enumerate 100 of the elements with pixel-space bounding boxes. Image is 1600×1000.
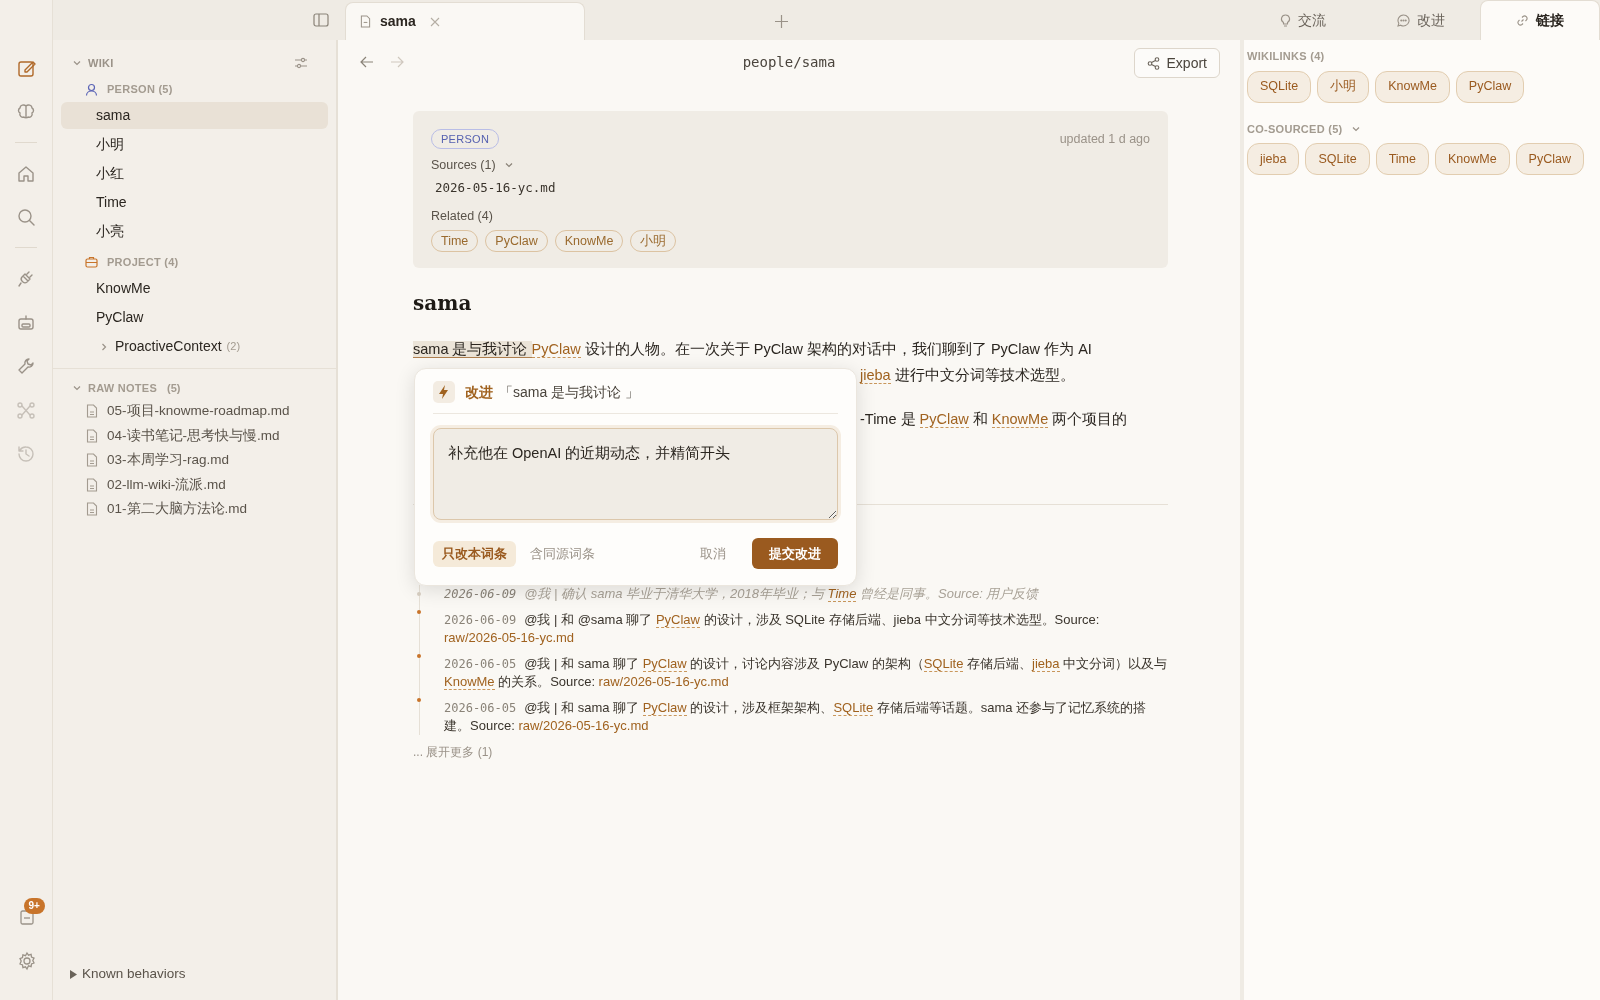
lightning-icon	[433, 381, 455, 403]
wikilink[interactable]: SQLite	[833, 700, 874, 717]
sidebar-item[interactable]: 小明	[61, 131, 328, 158]
sidebar-item[interactable]: sama	[61, 102, 328, 129]
panel-tab[interactable]: 改进	[1362, 0, 1480, 40]
panel-tab[interactable]: 链接	[1480, 0, 1600, 40]
share-icon	[1146, 56, 1160, 70]
paragraph-text: -Time 是 PyClaw 和 KnowMe 两个项目的	[860, 411, 1128, 429]
panel-tab[interactable]: 交流	[1244, 0, 1362, 40]
note-file[interactable]: 04-读书笔记-思考快与慢.md	[107, 425, 280, 446]
scope-option[interactable]: 只改本词条	[433, 540, 516, 567]
page-heading: sama	[413, 290, 473, 318]
plus-icon[interactable]	[775, 14, 788, 28]
wikilink[interactable]: PyClaw	[655, 612, 700, 629]
updated-time: updated 1 d ago	[1059, 130, 1150, 148]
tab-label: sama	[380, 12, 416, 31]
section-title[interactable]: Known behaviors	[82, 964, 186, 985]
group-title: PROJECT (4)	[107, 254, 179, 270]
wikilink[interactable]: PyClaw	[642, 656, 687, 673]
wikilink[interactable]: SQLite	[923, 656, 964, 673]
wikilink[interactable]: KnowMe	[991, 411, 1049, 429]
submit-button[interactable]: 提交改进	[752, 538, 838, 569]
paragraph-text: sama 是与我讨论 PyClaw 设计的人物。在一次关于 PyClaw 架构的对话中，我们聊到了 PyClaw 作为 AI	[413, 341, 1092, 359]
file-icon	[86, 428, 98, 443]
section-title[interactable]: WIKI	[88, 54, 114, 72]
improve-input[interactable]: 补充他在 OpenAI 的近期动态，并精简开头	[433, 428, 838, 520]
wikilink[interactable]: KnowMe	[444, 674, 495, 691]
link-chip[interactable]: jieba	[1247, 143, 1300, 175]
briefcase-icon	[85, 256, 98, 268]
export-button[interactable]: Export	[1133, 48, 1220, 78]
group-title: PERSON (5)	[107, 81, 173, 97]
sidebar-item[interactable]: Time	[61, 189, 328, 216]
timeline-entry: 2026-06-05 @我 | 和 sama 聊了 PyClaw 的设计，讨论内容涉及 PyClaw 的架构（SQLite 存储后端、jieba 中文分词）以及与 KnowMe 的关系。Source: raw/2026-05-16-yc.md	[444, 655, 1168, 692]
chevron-icon[interactable]	[99, 341, 109, 352]
person-icon	[85, 82, 98, 96]
back-arrow-icon[interactable]	[360, 56, 374, 68]
robot-icon[interactable]	[16, 312, 36, 332]
link-chip[interactable]: PyClaw	[1515, 143, 1584, 175]
wikilink[interactable]: PyClaw	[919, 411, 969, 429]
edit-icon[interactable]	[16, 58, 36, 78]
link-chip[interactable]: KnowMe	[1375, 70, 1450, 103]
link-chip[interactable]: SQLite	[1305, 143, 1370, 175]
link-chip[interactable]: SQLite	[1247, 70, 1312, 103]
triangle-icon[interactable]	[69, 969, 78, 979]
file-icon	[86, 453, 98, 468]
chevron-icon[interactable]	[72, 58, 82, 68]
link-chip[interactable]: Time	[1375, 143, 1429, 175]
show-more-link[interactable]: ... 展开更多 (1)	[413, 743, 1168, 762]
wikilink[interactable]: PyClaw	[531, 341, 581, 359]
note-file[interactable]: 05-项目-knowme-roadmap.md	[107, 401, 290, 422]
bulb-icon	[1280, 13, 1291, 27]
sidebar-item[interactable]: KnowMe	[61, 275, 328, 302]
timeline-entry: 2026-06-05 @我 | 和 sama 聊了 PyClaw 的设计，涉及框架架构、SQLite 存储后端等话题。sama 还参与了记忆系统的搭建。Source: raw/2026-05-16-yc.md	[444, 699, 1148, 736]
source-link[interactable]: raw/2026-05-16-yc.md	[598, 674, 729, 690]
wrench-icon[interactable]	[16, 356, 36, 376]
note-file[interactable]: 01-第二大脑方法论.md	[107, 499, 248, 520]
folder-item[interactable]: ProactiveContext	[115, 336, 222, 357]
sidebar-item[interactable]: 小红	[61, 160, 328, 187]
file-icon	[86, 477, 98, 492]
note-file[interactable]: 02-llm-wiki-流派.md	[107, 474, 226, 495]
sources-label[interactable]: Sources (1)	[431, 156, 496, 175]
link-chip[interactable]: 小明	[1317, 70, 1370, 103]
chevron-icon[interactable]	[72, 383, 82, 393]
quoted-text: 「sama 是与我讨论 」	[499, 382, 639, 402]
settings-icon[interactable]	[16, 951, 37, 971]
cancel-button[interactable]: 取消	[694, 540, 732, 567]
sidebar-item[interactable]: 小亮	[61, 218, 328, 245]
popup-title: 改进	[465, 382, 493, 402]
source-link[interactable]: raw/2026-05-16-yc.md	[444, 630, 575, 646]
selected-text: sama 是与我讨论	[413, 341, 532, 359]
file-icon	[86, 404, 98, 419]
section-count: (5)	[167, 380, 181, 396]
timeline-entry: 2026-06-09 @我 | 和 @sama 聊了 PyClaw 的设计，涉及 SQLite 存储后端、jieba 中文分词等技术选型。Source: raw/2026-05-16-yc.md	[444, 611, 1101, 648]
wikilink[interactable]: jieba	[860, 367, 891, 385]
section-title: WIKILINKS (4)	[1247, 49, 1325, 64]
sidebar-item[interactable]: PyClaw	[61, 304, 328, 331]
link-chip[interactable]: PyClaw	[1455, 70, 1525, 103]
search-icon[interactable]	[16, 207, 36, 227]
item-count: (2)	[226, 339, 241, 355]
link-icon	[1516, 14, 1529, 27]
section-title[interactable]: CO-SOURCED (5)	[1247, 120, 1343, 137]
source-link[interactable]: raw/2026-05-16-yc.md	[518, 718, 649, 734]
paragraph-text: jieba 进行中文分词等技术选型。	[860, 367, 1075, 385]
close-icon[interactable]	[429, 16, 440, 27]
wikilink[interactable]: PyClaw	[642, 700, 687, 717]
filter-icon[interactable]	[294, 57, 308, 69]
notification-badge: 9+	[23, 898, 45, 914]
chat-bubble-icon	[1397, 13, 1410, 27]
sidebar-toggle-icon[interactable]	[313, 13, 329, 27]
link-chip[interactable]: KnowMe	[1434, 143, 1510, 175]
document-tab[interactable]: sama	[345, 2, 585, 40]
forward-arrow-icon[interactable]	[390, 56, 404, 68]
note-file[interactable]: 03-本周学习-rag.md	[107, 450, 230, 471]
notes-icon[interactable]	[17, 908, 36, 926]
scope-option[interactable]: 含同源词条	[521, 540, 604, 567]
file-icon	[360, 15, 371, 28]
related-label: Related (4)	[431, 207, 494, 225]
source-file[interactable]: 2026-05-16-yc.md	[435, 178, 1150, 198]
wikilink[interactable]: jieba	[1032, 656, 1060, 673]
home-icon[interactable]	[16, 163, 36, 183]
